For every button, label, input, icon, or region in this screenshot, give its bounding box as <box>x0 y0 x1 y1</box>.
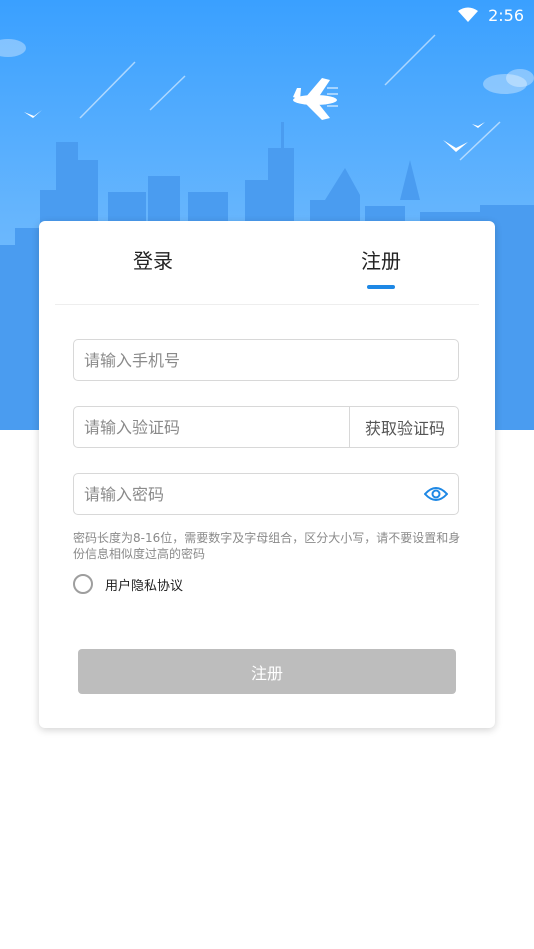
status-time: 2:56 <box>488 5 524 25</box>
tab-divider <box>55 304 479 305</box>
agreement-link[interactable]: 用户隐私协议 <box>105 575 183 594</box>
password-hint: 密码长度为8-16位，需要数字及字母组合，区分大小写，请不要设置和身份信息相似度… <box>73 531 461 561</box>
phone-field <box>73 339 459 381</box>
wifi-icon <box>458 7 479 23</box>
auth-card: 登录 注册 获取验证码 密码长度为8-16位，需要数字及字母组合，区分大小写，请… <box>39 221 495 728</box>
register-button[interactable]: 注册 <box>78 649 456 694</box>
get-code-button[interactable]: 获取验证码 <box>350 407 460 447</box>
password-input[interactable] <box>84 474 334 514</box>
status-bar: 2:56 <box>0 0 534 30</box>
tab-register[interactable]: 注册 <box>361 245 401 274</box>
agreement-row: 用户隐私协议 <box>73 574 183 594</box>
agreement-checkbox[interactable] <box>73 574 93 594</box>
password-field <box>73 473 459 515</box>
eye-icon[interactable] <box>423 484 449 504</box>
tab-login[interactable]: 登录 <box>133 245 173 274</box>
tab-active-indicator <box>367 285 395 289</box>
verification-code-input[interactable] <box>84 407 334 447</box>
phone-input[interactable] <box>84 340 334 380</box>
verification-code-field: 获取验证码 <box>73 406 459 448</box>
